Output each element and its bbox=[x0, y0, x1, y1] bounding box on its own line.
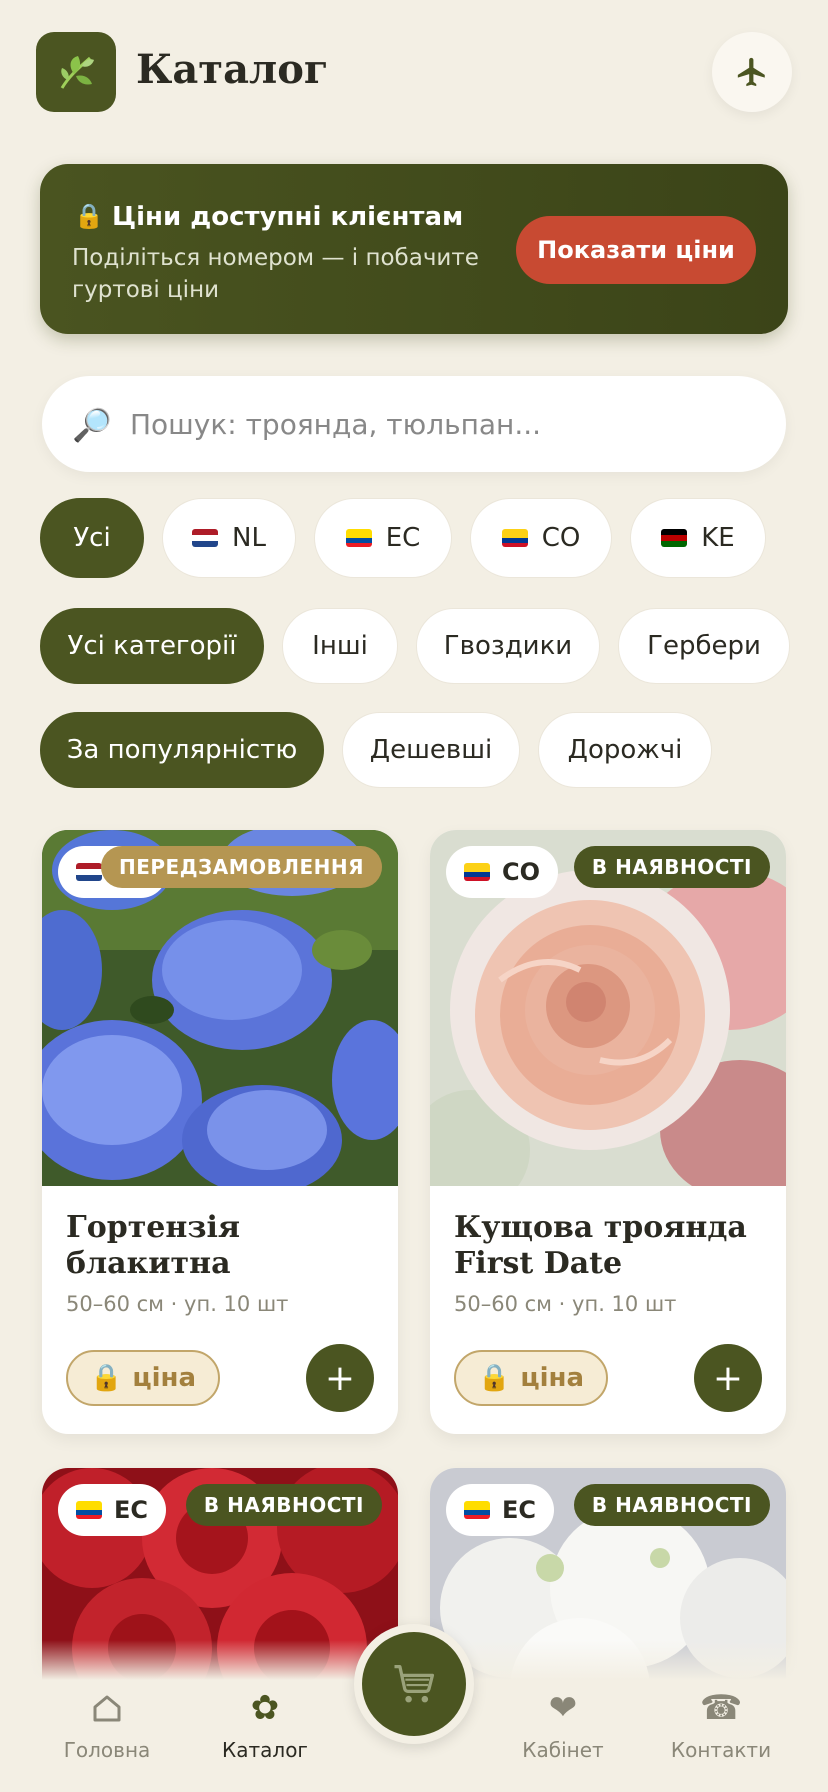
status-badge: В НАЯВНОСТІ bbox=[573, 1484, 770, 1526]
origin-label: CO bbox=[502, 858, 541, 886]
logo[interactable] bbox=[36, 32, 116, 112]
nav-home[interactable]: Головна bbox=[32, 1680, 182, 1762]
flag-ec-icon bbox=[345, 529, 372, 547]
price-locked-pill[interactable]: 🔒 ціна bbox=[66, 1350, 221, 1406]
price-label: ціна bbox=[520, 1363, 585, 1393]
filter-origin-co[interactable]: CO bbox=[470, 498, 612, 578]
flag-co-icon bbox=[501, 529, 528, 547]
cart-button[interactable] bbox=[354, 1624, 474, 1744]
page-title: Каталог bbox=[136, 46, 329, 93]
chip-label: NL bbox=[232, 523, 266, 553]
add-to-cart-button[interactable]: + bbox=[306, 1344, 374, 1412]
product-meta: 50–60 см · уп. 10 шт bbox=[66, 1292, 289, 1316]
filter-category-gerberas[interactable]: Гербери bbox=[618, 608, 790, 684]
home-icon bbox=[93, 1695, 121, 1722]
flag-nl-icon bbox=[76, 863, 102, 881]
product-meta: 50–60 см · уп. 10 шт bbox=[454, 1292, 677, 1316]
category-filters: Усі категорії Інші Гвоздики Гербери bbox=[40, 608, 790, 684]
nav-label: Контакти bbox=[670, 1738, 772, 1762]
nav-label: Головна bbox=[63, 1738, 151, 1762]
filter-origin-all[interactable]: Усі bbox=[40, 498, 144, 578]
status-badge: В НАЯВНОСТІ bbox=[573, 846, 770, 888]
nav-label: Кабінет bbox=[522, 1738, 604, 1762]
phone-icon: ☎ bbox=[699, 1688, 743, 1728]
price-access-banner: 🔒 Ціни доступні клієнтам Поділіться номе… bbox=[40, 164, 788, 334]
banner-title: Ціни доступні клієнтам bbox=[112, 202, 464, 232]
lock-icon: 🔒 bbox=[74, 202, 104, 230]
filter-origin-nl[interactable]: NL bbox=[162, 498, 296, 578]
search-bar[interactable]: 🔎 bbox=[42, 376, 786, 472]
flag-co-icon bbox=[464, 863, 490, 881]
sort-cheaper[interactable]: Дешевші bbox=[342, 712, 520, 788]
show-prices-button[interactable]: Показати ціни bbox=[516, 216, 756, 284]
search-input[interactable] bbox=[130, 376, 750, 472]
origin-badge: EC bbox=[58, 1484, 167, 1536]
origin-label: EC bbox=[502, 1496, 537, 1524]
flower-icon: ✿ bbox=[250, 1688, 280, 1728]
chip-label: CO bbox=[541, 523, 581, 553]
sort-expensive[interactable]: Дорожчі bbox=[538, 712, 712, 788]
filter-category-all[interactable]: Усі категорії bbox=[40, 608, 264, 684]
chip-label: KE bbox=[701, 523, 735, 553]
sort-options: За популярністю Дешевші Дорожчі bbox=[40, 712, 712, 788]
sort-popular[interactable]: За популярністю bbox=[40, 712, 324, 788]
plus-icon: + bbox=[324, 1357, 356, 1399]
flag-ec-icon bbox=[76, 1501, 102, 1519]
add-to-cart-button[interactable]: + bbox=[694, 1344, 762, 1412]
filter-category-carnations[interactable]: Гвоздики bbox=[416, 608, 600, 684]
filter-origin-ke[interactable]: KE bbox=[630, 498, 766, 578]
plus-icon: + bbox=[712, 1357, 744, 1399]
chip-label: EC bbox=[385, 523, 421, 553]
nav-cabinet[interactable]: ❤ Кабінет bbox=[488, 1680, 638, 1762]
heart-icon: ❤ bbox=[548, 1688, 578, 1728]
status-badge: ПЕРЕДЗАМОВЛЕННЯ bbox=[100, 846, 382, 888]
leaf-icon bbox=[60, 56, 94, 89]
nav-contacts[interactable]: ☎ Контакти bbox=[646, 1680, 796, 1762]
plane-icon bbox=[737, 57, 765, 87]
product-name: Кущова троянда First Date bbox=[454, 1210, 747, 1281]
search-icon: 🔎 bbox=[72, 406, 112, 444]
lock-icon: 🔒 bbox=[478, 1363, 511, 1393]
origin-badge: CO bbox=[446, 846, 559, 898]
origin-label: EC bbox=[114, 1496, 149, 1524]
product-card[interactable]: NL ПЕРЕДЗАМОВЛЕННЯ Гортензія блакитна 50… bbox=[42, 830, 398, 1434]
flag-ke-icon bbox=[661, 529, 688, 547]
flag-ec-icon bbox=[464, 1501, 490, 1519]
delivery-button[interactable] bbox=[712, 32, 792, 112]
origin-badge: EC bbox=[446, 1484, 555, 1536]
nav-catalog[interactable]: ✿ Каталог bbox=[190, 1680, 340, 1762]
banner-subtitle: Поділіться номером — і побачите гуртові … bbox=[72, 245, 479, 303]
cart-icon bbox=[394, 1665, 435, 1703]
lock-icon: 🔒 bbox=[90, 1363, 123, 1393]
origin-filters: Усі NL EC CO KE bbox=[40, 498, 766, 578]
flag-nl-icon bbox=[192, 529, 219, 547]
nav-label: Каталог bbox=[222, 1738, 308, 1762]
status-badge: В НАЯВНОСТІ bbox=[185, 1484, 382, 1526]
price-label: ціна bbox=[132, 1363, 197, 1393]
header: Каталог bbox=[36, 32, 792, 112]
price-locked-pill[interactable]: 🔒 ціна bbox=[454, 1350, 609, 1406]
product-name: Гортензія блакитна bbox=[66, 1210, 241, 1281]
filter-category-other[interactable]: Інші bbox=[282, 608, 398, 684]
chip-label: Усі bbox=[73, 523, 111, 553]
product-card[interactable]: CO В НАЯВНОСТІ Кущова троянда First Date… bbox=[430, 830, 786, 1434]
filter-origin-ec[interactable]: EC bbox=[314, 498, 452, 578]
